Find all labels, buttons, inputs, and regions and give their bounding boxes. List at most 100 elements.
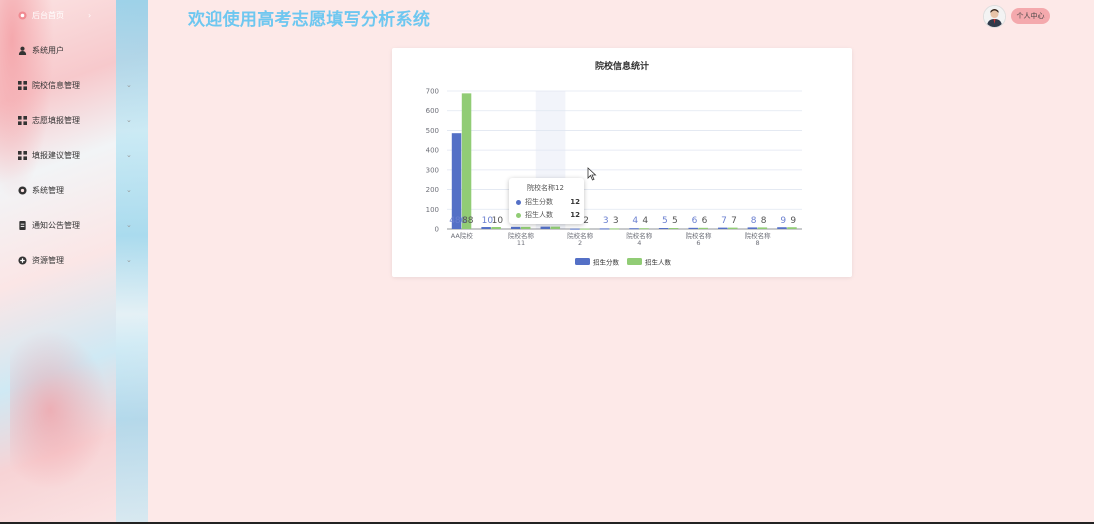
sidebar-item-application[interactable]: 志愿填报管理 ⌄	[18, 111, 132, 129]
data-label: 88	[462, 216, 474, 226]
data-label: 3	[613, 216, 619, 226]
bar-score	[688, 227, 698, 229]
sidebar-item-label: 资源管理	[32, 255, 64, 265]
tooltip-value: 12	[570, 211, 580, 219]
grid-icon	[18, 80, 27, 90]
avatar[interactable]	[983, 5, 1006, 28]
bar-score	[629, 228, 639, 230]
bar-count	[491, 227, 501, 229]
mouse-cursor-icon	[587, 167, 597, 181]
bar-count	[668, 228, 679, 230]
data-label: 4	[632, 216, 638, 226]
sidebar-item-college-info[interactable]: 院校信息管理 ⌄	[18, 76, 132, 94]
bar-count	[520, 226, 531, 229]
sidebar-item-users[interactable]: 系统用户	[18, 41, 64, 59]
sidebar-item-resources[interactable]: 资源管理 ⌄	[18, 251, 132, 269]
sidebar-item-label: 后台首页	[32, 10, 64, 20]
chevron-down-icon: ⌄	[126, 221, 132, 229]
x-tick-label: 4	[637, 239, 641, 247]
data-label: 7	[721, 216, 727, 226]
chevron-down-icon: ⌄	[126, 256, 132, 264]
data-label: 9	[780, 216, 786, 226]
x-tick-label: 6	[696, 239, 700, 247]
data-label: 7	[731, 216, 737, 226]
sidebar-item-label: 通知公告管理	[32, 220, 80, 230]
data-label: 8	[761, 216, 767, 226]
document-icon	[18, 220, 27, 230]
legend-label: 招生分数	[593, 258, 620, 267]
data-label: 5	[672, 216, 678, 226]
bar-count	[639, 228, 649, 230]
sidebar-item-label: 填报建议管理	[32, 150, 80, 160]
tooltip-row-score: 招生分数 12	[516, 197, 580, 207]
series-dot	[516, 199, 521, 205]
chevron-right-icon: ›	[88, 10, 92, 20]
bar-score	[481, 227, 491, 229]
chevron-down-icon: ⌄	[126, 151, 132, 159]
sidebar-item-label: 系统用户	[32, 45, 64, 55]
data-label: 6	[692, 216, 698, 226]
bar-score	[599, 228, 610, 230]
series-dot	[516, 212, 521, 218]
data-label: 8	[751, 216, 757, 226]
y-tick-label: 200	[426, 186, 439, 194]
bar-chart: 0100200300400500600700486881010223344556…	[426, 88, 802, 267]
sidebar: 后台首页 › 系统用户 院校信息管理 ⌄ 志愿填报管理 ⌄ 填报建议管理 ⌄ 系…	[0, 0, 148, 524]
tooltip-row-count: 招生人数 12	[516, 210, 580, 220]
sidebar-background-stripe	[116, 0, 148, 524]
chevron-down-icon: ⌄	[126, 116, 132, 124]
sidebar-item-suggestion[interactable]: 填报建议管理 ⌄	[18, 146, 132, 164]
bar-score	[451, 133, 462, 229]
data-label: 6	[702, 216, 708, 226]
y-tick-label: 400	[426, 147, 439, 155]
bar-count	[580, 228, 590, 230]
y-tick-label: 100	[426, 206, 439, 214]
bar-score	[540, 226, 551, 229]
grid-icon	[18, 150, 27, 160]
bar-score	[777, 227, 787, 229]
x-tick-label: 11	[517, 239, 525, 247]
sidebar-background-art	[0, 0, 54, 200]
data-label: 4	[642, 216, 648, 226]
y-tick-label: 600	[426, 107, 439, 115]
chart-tooltip: 院校名称12 招生分数 12 招生人数 12	[509, 178, 584, 224]
bar-score	[747, 227, 758, 229]
bar-count	[787, 227, 797, 229]
plus-circle-icon	[18, 255, 27, 265]
sidebar-item-system[interactable]: 系统管理 ⌄	[18, 181, 132, 199]
data-label: 2	[583, 216, 589, 226]
x-tick-label: AA院校	[451, 231, 474, 240]
chevron-down-icon: ⌄	[126, 186, 132, 194]
y-tick-label: 0	[435, 226, 439, 234]
user-center-button[interactable]: 个人中心	[1011, 8, 1050, 24]
sidebar-item-label: 系统管理	[32, 185, 64, 195]
tooltip-label: 招生人数	[525, 211, 553, 219]
bar-count	[757, 227, 768, 229]
tooltip-label: 招生分数	[525, 198, 553, 206]
data-label: 5	[662, 216, 668, 226]
data-label: 9	[790, 216, 796, 226]
y-tick-label: 700	[426, 88, 439, 96]
bar-count	[698, 227, 708, 229]
bar-score	[658, 228, 669, 230]
tooltip-title: 院校名称12	[527, 184, 564, 192]
bar-count	[550, 226, 561, 229]
home-icon	[18, 10, 27, 20]
bar-score	[510, 226, 521, 229]
bar-score	[718, 227, 728, 229]
x-tick-label: 8	[756, 239, 760, 247]
bar-count	[728, 227, 738, 229]
sidebar-item-home[interactable]: 后台首页 ›	[18, 6, 91, 24]
legend-swatch	[575, 258, 590, 265]
tooltip-value: 12	[570, 198, 580, 206]
user-icon	[18, 46, 27, 55]
y-tick-label: 300	[426, 166, 439, 174]
bar-score	[570, 228, 580, 230]
data-label: 3	[603, 216, 609, 226]
chart-card: 院校信息统计 010020030040050060070048688101022…	[392, 48, 852, 277]
bar-count	[461, 93, 472, 229]
sidebar-item-label: 院校信息管理	[32, 80, 80, 90]
sidebar-item-label: 志愿填报管理	[32, 115, 80, 125]
sidebar-item-notice[interactable]: 通知公告管理 ⌄	[18, 216, 132, 234]
bar-count	[609, 228, 620, 230]
